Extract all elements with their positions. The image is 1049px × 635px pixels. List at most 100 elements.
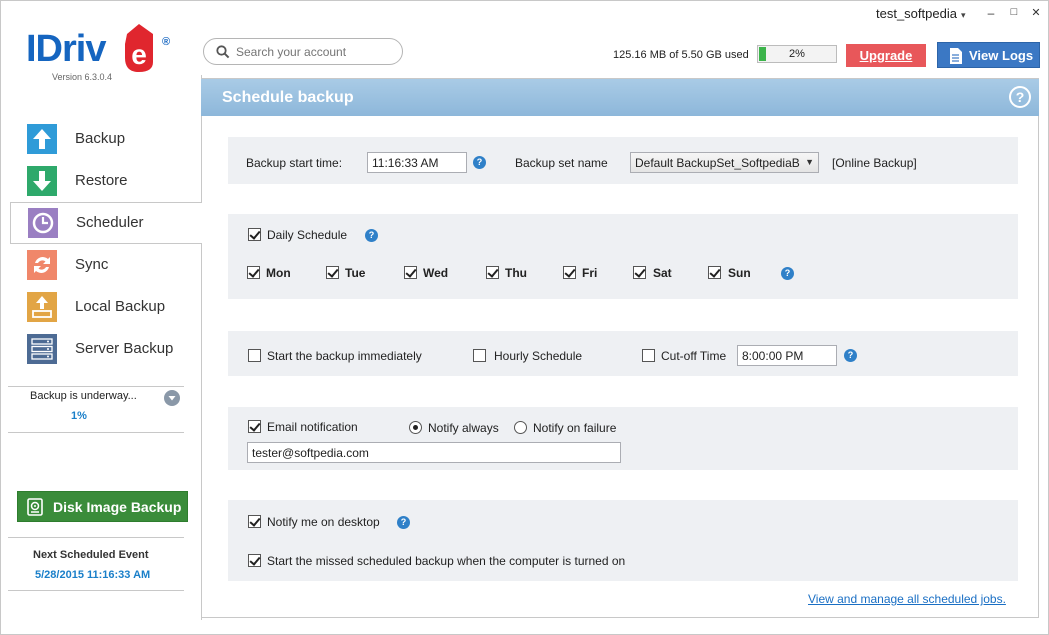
chevron-down-icon: ▼ <box>805 157 814 167</box>
idrive-logo: IDriv e ® Version 6.3.0.4 <box>26 22 176 86</box>
username: test_softpedia <box>876 6 957 21</box>
notify-failure-radio[interactable] <box>514 421 527 434</box>
daily-schedule-section <box>228 214 1018 299</box>
search-box[interactable] <box>203 38 403 65</box>
day-checkbox-sun[interactable] <box>708 266 721 279</box>
search-input[interactable] <box>236 43 396 61</box>
progress-expand-button[interactable] <box>164 390 180 406</box>
day-checkbox-sat[interactable] <box>633 266 646 279</box>
document-icon <box>950 48 962 64</box>
sidebar-item-label: Backup <box>75 130 126 147</box>
minimize-button[interactable]: – <box>983 6 999 20</box>
next-event-title: Next Scheduled Event <box>33 549 149 561</box>
close-button[interactable]: ✕ <box>1028 6 1044 20</box>
sidebar-item-server-backup[interactable]: Server Backup <box>10 329 202 369</box>
day-label-mon: Mon <box>266 266 291 280</box>
sidebar-item-scheduler[interactable]: Scheduler <box>10 202 202 244</box>
sidebar-item-label: Server Backup <box>75 340 174 357</box>
divider <box>8 590 184 591</box>
logo-registered-mark: ® <box>162 36 171 48</box>
next-event-value: 5/28/2015 11:16:33 AM <box>35 569 151 581</box>
drive-icon <box>27 292 57 322</box>
notify-desktop-label: Notify me on desktop <box>267 515 380 529</box>
start-immediately-label: Start the backup immediately <box>267 349 422 363</box>
sidebar-item-label: Sync <box>75 256 109 273</box>
backup-type-label: [Online Backup] <box>832 156 917 170</box>
help-icon[interactable]: ? <box>844 349 857 362</box>
disk-image-backup-button[interactable]: Disk Image Backup <box>17 491 188 522</box>
help-icon[interactable]: ? <box>397 516 410 529</box>
day-label-sun: Sun <box>728 266 751 280</box>
day-label-tue: Tue <box>345 266 366 280</box>
day-label-fri: Fri <box>582 266 598 280</box>
day-checkbox-wed[interactable] <box>404 266 417 279</box>
logo-e-badge-icon: e <box>125 24 153 72</box>
clock-icon <box>28 208 58 238</box>
sidebar-item-backup[interactable]: Backup <box>10 119 202 159</box>
day-label-sat: Sat <box>653 266 672 280</box>
day-label-thu: Thu <box>505 266 527 280</box>
logo-wordmark: IDriv <box>26 28 106 70</box>
hourly-schedule-checkbox[interactable] <box>473 349 486 362</box>
hourly-schedule-label: Hourly Schedule <box>494 349 583 363</box>
cutoff-time-field[interactable] <box>737 345 837 366</box>
view-logs-button[interactable]: View Logs <box>937 42 1040 68</box>
upgrade-button[interactable]: Upgrade <box>846 44 926 67</box>
server-icon <box>27 334 57 364</box>
help-icon[interactable]: ? <box>781 267 794 280</box>
chevron-down-icon: ▾ <box>960 10 966 20</box>
backup-set-select[interactable]: Default BackupSet_SoftpediaB ▼ <box>630 152 819 173</box>
storage-quota-bar: 2% <box>757 45 837 63</box>
day-checkbox-mon[interactable] <box>247 266 260 279</box>
page-title: Schedule backup <box>222 89 354 106</box>
app-version: Version 6.3.0.4 <box>52 72 113 82</box>
sidebar-item-label: Scheduler <box>76 214 144 231</box>
svg-text:e: e <box>131 39 147 70</box>
divider <box>8 386 184 387</box>
disk-image-icon <box>27 498 43 516</box>
sidebar-item-label: Local Backup <box>75 298 166 315</box>
sidebar-top-divider <box>0 75 201 76</box>
view-logs-label: View Logs <box>969 48 1034 63</box>
divider <box>8 537 184 538</box>
help-icon[interactable]: ? <box>1009 86 1031 108</box>
cutoff-time-checkbox[interactable] <box>642 349 655 362</box>
download-arrow-icon <box>27 166 57 196</box>
divider <box>8 432 184 433</box>
start-immediately-checkbox[interactable] <box>248 349 261 362</box>
missed-backup-checkbox[interactable] <box>248 554 261 567</box>
help-icon[interactable]: ? <box>365 229 378 242</box>
notify-always-radio[interactable] <box>409 421 422 434</box>
user-menu[interactable]: test_softpedia ▾ <box>876 6 965 21</box>
sidebar-item-sync[interactable]: Sync <box>10 245 202 285</box>
help-icon[interactable]: ? <box>473 156 486 169</box>
sidebar-item-restore[interactable]: Restore <box>10 161 202 201</box>
search-icon <box>216 45 230 59</box>
sidebar-item-label: Restore <box>75 172 128 189</box>
maximize-button[interactable]: □ <box>1006 6 1022 20</box>
manage-scheduled-jobs-link[interactable]: View and manage all scheduled jobs. <box>808 592 1006 606</box>
day-checkbox-fri[interactable] <box>563 266 576 279</box>
backup-start-time-field[interactable] <box>367 152 467 173</box>
chevron-down-icon <box>168 396 176 401</box>
daily-schedule-label: Daily Schedule <box>267 228 348 242</box>
cutoff-time-label: Cut-off Time <box>661 349 727 363</box>
backup-progress-text: Backup is underway... <box>30 390 137 402</box>
email-notification-label: Email notification <box>267 420 358 434</box>
email-field[interactable] <box>247 442 621 463</box>
backup-set-label: Backup set name <box>515 156 608 170</box>
day-checkbox-thu[interactable] <box>486 266 499 279</box>
notify-desktop-checkbox[interactable] <box>248 515 261 528</box>
day-checkbox-tue[interactable] <box>326 266 339 279</box>
backup-set-value: Default BackupSet_SoftpediaB <box>635 156 800 170</box>
email-notification-checkbox[interactable] <box>248 420 261 433</box>
missed-backup-label: Start the missed scheduled backup when t… <box>267 554 626 568</box>
upload-arrow-icon <box>27 124 57 154</box>
storage-usage-text: 125.16 MB of 5.50 GB used <box>613 49 749 61</box>
day-label-wed: Wed <box>423 266 449 280</box>
disk-image-backup-label: Disk Image Backup <box>53 499 182 515</box>
backup-progress-percent: 1% <box>71 410 87 422</box>
panel-header: Schedule backup ? <box>201 78 1039 116</box>
daily-schedule-checkbox[interactable] <box>248 228 261 241</box>
sidebar-item-local-backup[interactable]: Local Backup <box>10 287 202 327</box>
